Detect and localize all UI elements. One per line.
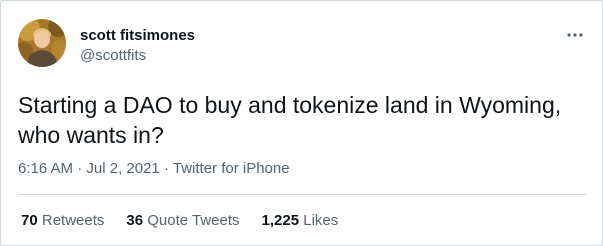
tweet-card: scott fitsimones @scottfits Starting a D… — [0, 0, 603, 246]
more-options-button[interactable] — [563, 26, 587, 44]
tweet-meta: 6:16 AM · Jul 2, 2021 · Twitter for iPho… — [18, 160, 290, 178]
meta-separator: · — [163, 160, 169, 177]
avatar-image — [18, 19, 66, 67]
tweet-date[interactable]: Jul 2, 2021 — [86, 160, 159, 177]
retweets-label: Retweets — [41, 212, 105, 229]
tweet-text: Starting a DAO to buy and tokenize land … — [18, 92, 562, 148]
more-horizontal-icon — [567, 33, 583, 37]
quote-tweets-stat[interactable]: 36 Quote Tweets — [126, 212, 239, 230]
author-handle[interactable]: @scottfits — [80, 47, 146, 65]
likes-stat[interactable]: 1,225 Likes — [262, 212, 339, 230]
quote-tweets-count: 36 — [126, 212, 144, 229]
tweet-stats: 70 Retweets 36 Quote Tweets 1,225 Likes — [21, 212, 360, 230]
retweets-stat[interactable]: 70 Retweets — [21, 212, 104, 230]
divider — [18, 194, 586, 195]
avatar[interactable] — [18, 19, 66, 67]
likes-count: 1,225 — [261, 212, 300, 229]
tweet-source[interactable]: Twitter for iPhone — [173, 160, 290, 177]
quote-tweets-label: Quote Tweets — [147, 212, 240, 229]
tweet-time[interactable]: 6:16 AM — [18, 160, 73, 177]
likes-label: Likes — [303, 212, 339, 229]
meta-separator: · — [77, 160, 83, 177]
retweets-count: 70 — [21, 212, 38, 229]
author-display-name[interactable]: scott fitsimones — [80, 27, 195, 45]
